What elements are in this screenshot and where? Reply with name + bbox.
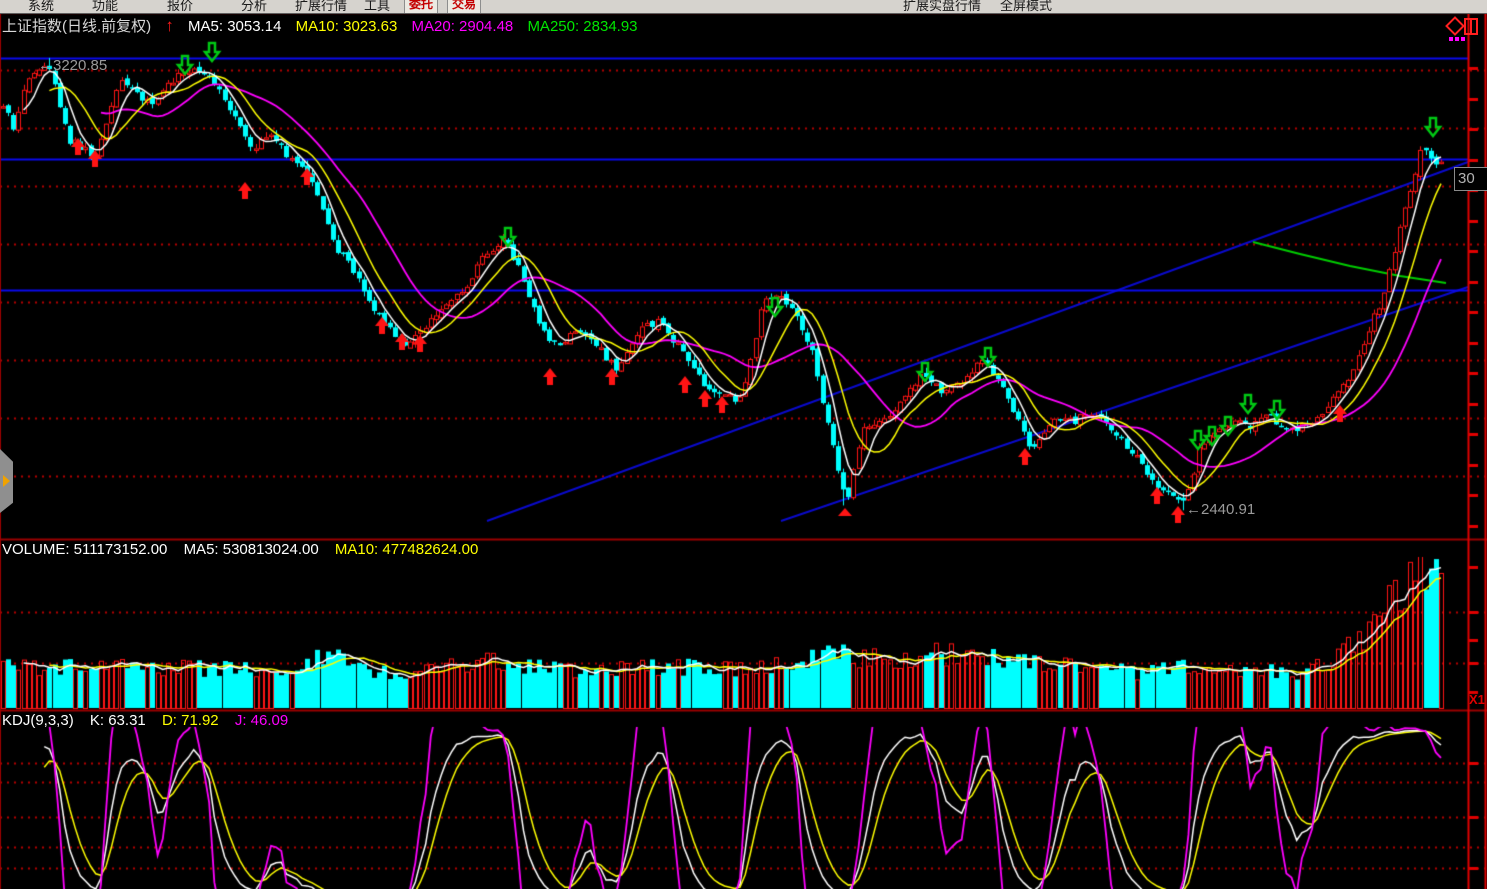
volume-header: VOLUME: 511173152.00 MA5: 530813024.00 M… — [2, 541, 490, 558]
kdj-header: KDJ(9,3,3) K: 63.31 D: 71.92 J: 46.09 — [2, 712, 300, 729]
chart-title: 上证指数(日线.前复权) — [2, 18, 151, 35]
menu-item-ext[interactable]: 扩展行情 — [295, 0, 347, 14]
more-dots-icon[interactable] — [1449, 37, 1453, 41]
ma20-value-label: MA20: 2904.48 — [412, 18, 514, 35]
menu-item-function[interactable]: 功能 — [92, 0, 118, 14]
kdj-title: KDJ(9,3,3) — [2, 712, 74, 729]
buy-signal-icon: ↑ — [165, 16, 174, 35]
last-price-box: 30 — [1454, 167, 1487, 191]
volume-ma10-label: MA10: 477482624.00 — [335, 541, 478, 558]
volume-value-label: VOLUME: 511173152.00 — [2, 541, 167, 558]
volume-unit-label: X1 — [1469, 692, 1485, 707]
menu-bar: 系统 功能 报价 分析 扩展行情 工具 委托 交易 扩展实盘行情 全屏模式 — [0, 0, 1487, 14]
kdj-k-label: K: 63.31 — [90, 712, 146, 729]
menu-item-tools[interactable]: 工具 — [364, 0, 390, 14]
low-price-label: ←2440.91 — [1186, 501, 1255, 518]
menu-item-fullscreen[interactable]: 全屏模式 — [1000, 0, 1052, 14]
high-price-label: ←3220.85 — [38, 57, 107, 74]
trade-button[interactable]: 交易 — [447, 0, 481, 14]
main-chart-header: 上证指数(日线.前复权) ↑ MA5: 3053.14 MA10: 3023.6… — [2, 15, 648, 36]
kdj-d-label: D: 71.92 — [162, 712, 219, 729]
ma5-value-label: MA5: 3053.14 — [188, 18, 281, 35]
menu-item-quote[interactable]: 报价 — [167, 0, 193, 14]
layout-icon[interactable] — [1464, 18, 1478, 35]
ma10-value-label: MA10: 3023.63 — [296, 18, 398, 35]
ma250-value-label: MA250: 2834.93 — [527, 18, 637, 35]
broker-button[interactable]: 委托 — [404, 0, 438, 14]
menu-item-realtime[interactable]: 扩展实盘行情 — [903, 0, 981, 14]
kdj-j-label: J: 46.09 — [235, 712, 288, 729]
menu-item-analysis[interactable]: 分析 — [241, 0, 267, 14]
volume-ma5-label: MA5: 530813024.00 — [184, 541, 319, 558]
chart-canvas[interactable] — [0, 0, 1487, 889]
menu-item-system[interactable]: 系统 — [28, 0, 54, 14]
expand-triangle-icon — [3, 475, 10, 487]
trading-terminal: 系统 功能 报价 分析 扩展行情 工具 委托 交易 扩展实盘行情 全屏模式 上证… — [0, 0, 1487, 889]
